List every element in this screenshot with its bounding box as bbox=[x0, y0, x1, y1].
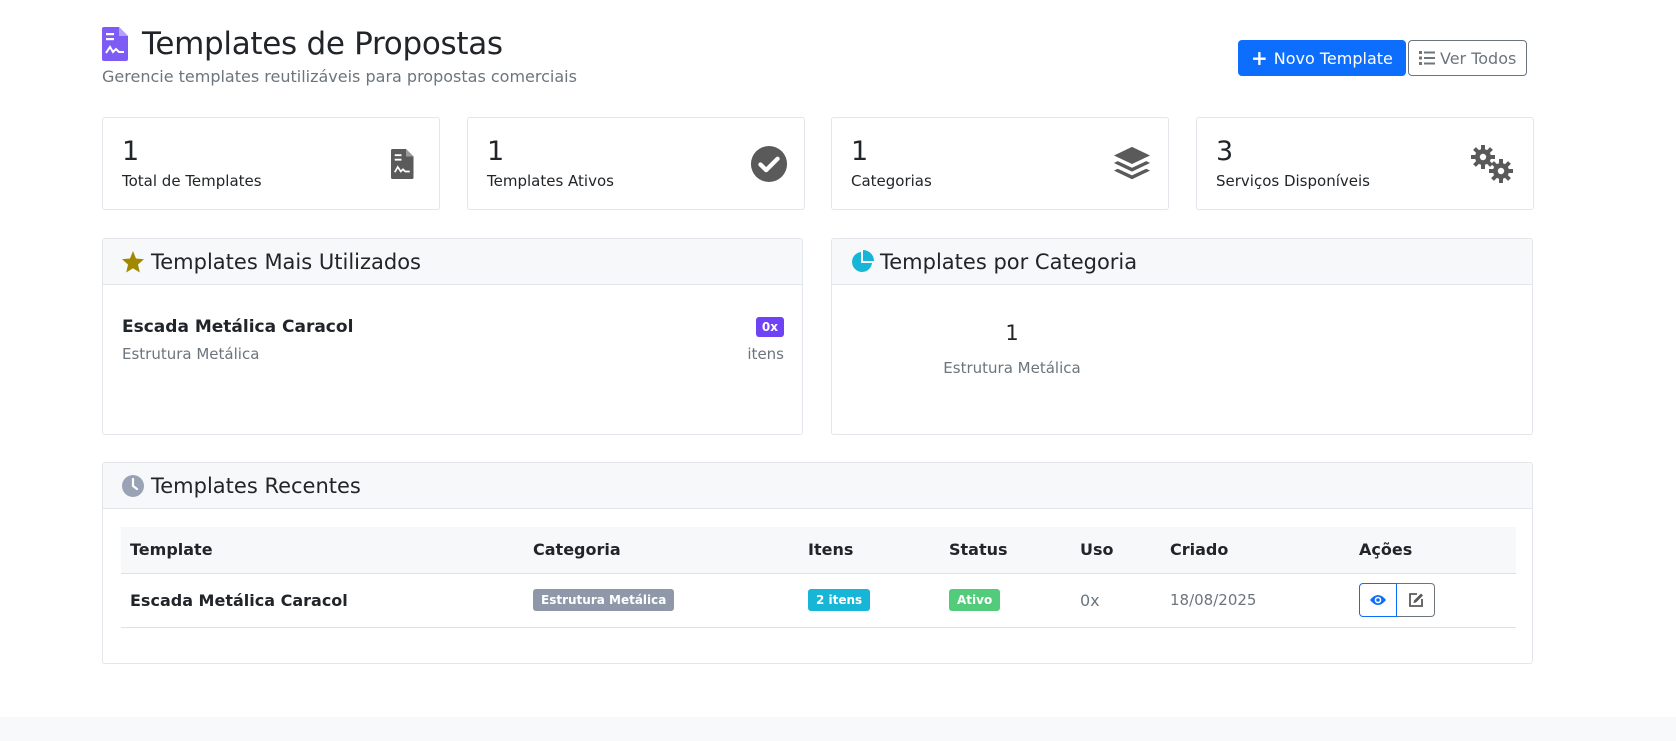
stat-card-total: 1 Total de Templates bbox=[102, 117, 440, 210]
column-header-template: Template bbox=[121, 527, 524, 574]
cell-status: Ativo bbox=[940, 573, 1071, 628]
stat-value: 1 bbox=[487, 136, 505, 167]
card-header: Templates Mais Utilizados bbox=[103, 239, 802, 285]
stat-card-categories: 1 Categorias bbox=[831, 117, 1169, 210]
cell-category: Estrutura Metálica bbox=[524, 573, 799, 628]
page-header: Templates de Propostas Gerencie template… bbox=[102, 0, 1533, 117]
items-label: itens bbox=[747, 345, 784, 363]
action-button-group bbox=[1359, 583, 1435, 617]
cell-template-name: Escada Metálica Caracol bbox=[121, 573, 524, 628]
column-header-usage: Uso bbox=[1071, 527, 1161, 574]
stat-label: Total de Templates bbox=[122, 172, 262, 190]
gears-icon bbox=[1471, 145, 1513, 183]
edit-template-button[interactable] bbox=[1397, 583, 1435, 617]
category-badge: Estrutura Metálica bbox=[533, 589, 675, 611]
stats-row: 1 Total de Templates 1 Templates Ativos … bbox=[102, 117, 1534, 210]
stat-label: Categorias bbox=[851, 172, 932, 190]
category-name: Estrutura Metálica bbox=[943, 359, 1081, 377]
stat-label: Serviços Disponíveis bbox=[1216, 172, 1370, 190]
cell-actions bbox=[1350, 573, 1516, 628]
page-container: Templates de Propostas Gerencie template… bbox=[102, 0, 1534, 664]
most-used-card: Templates Mais Utilizados Escada Metálic… bbox=[102, 238, 803, 435]
most-used-item-name: Escada Metálica Caracol bbox=[122, 317, 354, 337]
new-template-label: Novo Template bbox=[1273, 48, 1393, 68]
stat-value: 1 bbox=[122, 136, 140, 167]
layers-icon bbox=[1113, 146, 1151, 180]
new-template-button[interactable]: + Novo Template bbox=[1238, 40, 1406, 76]
eye-icon bbox=[1370, 595, 1386, 605]
column-header-actions: Ações bbox=[1350, 527, 1516, 574]
stat-value: 1 bbox=[851, 136, 869, 167]
file-contract-icon bbox=[391, 149, 414, 179]
recent-templates-card: Templates Recentes Template Categoria It… bbox=[102, 462, 1533, 664]
check-circle-icon bbox=[750, 145, 788, 183]
card-title: Templates por Categoria bbox=[880, 249, 1138, 274]
pie-chart-icon bbox=[852, 249, 874, 272]
stat-card-services: 3 Serviços Disponíveis bbox=[1196, 117, 1534, 210]
items-badge: 2 itens bbox=[808, 589, 871, 611]
table-header-row: Template Categoria Itens Status Uso Cria… bbox=[121, 527, 1516, 574]
usage-badge: 0x bbox=[755, 317, 784, 337]
card-title: Templates Mais Utilizados bbox=[151, 249, 421, 274]
table-row: Escada Metálica Caracol Estrutura Metáli… bbox=[121, 573, 1516, 628]
card-title: Templates Recentes bbox=[151, 473, 361, 498]
footer-strip bbox=[0, 717, 1676, 741]
cell-items: 2 itens bbox=[799, 573, 940, 628]
category-count: 1 bbox=[1005, 321, 1019, 345]
page-title: Templates de Propostas bbox=[142, 26, 503, 62]
plus-icon: + bbox=[1251, 46, 1268, 70]
view-template-button[interactable] bbox=[1359, 583, 1397, 617]
by-category-card: Templates por Categoria 1 Estrutura Metá… bbox=[831, 238, 1533, 435]
most-used-item-category: Estrutura Metálica bbox=[122, 345, 260, 363]
column-header-items: Itens bbox=[799, 527, 940, 574]
status-badge: Ativo bbox=[949, 589, 1001, 611]
file-contract-icon bbox=[102, 27, 128, 61]
stat-label: Templates Ativos bbox=[487, 172, 614, 190]
star-icon bbox=[122, 250, 144, 272]
view-all-button[interactable]: Ver Todos bbox=[1408, 40, 1528, 76]
edit-icon bbox=[1408, 593, 1423, 607]
title-row: Templates de Propostas bbox=[102, 26, 503, 62]
view-all-label: Ver Todos bbox=[1440, 48, 1517, 68]
list-icon bbox=[1419, 51, 1435, 65]
column-header-category: Categoria bbox=[524, 527, 799, 574]
cell-usage: 0x bbox=[1071, 573, 1161, 628]
recent-templates-table: Template Categoria Itens Status Uso Cria… bbox=[121, 527, 1516, 628]
card-header: Templates Recentes bbox=[103, 463, 1532, 509]
stat-value: 3 bbox=[1216, 136, 1234, 167]
cell-created: 18/08/2025 bbox=[1161, 573, 1350, 628]
column-header-created: Criado bbox=[1161, 527, 1350, 574]
column-header-status: Status bbox=[940, 527, 1071, 574]
page-subtitle: Gerencie templates reutilizáveis para pr… bbox=[102, 67, 577, 86]
clock-icon bbox=[122, 474, 144, 497]
card-header: Templates por Categoria bbox=[832, 239, 1532, 285]
stat-card-active: 1 Templates Ativos bbox=[467, 117, 805, 210]
